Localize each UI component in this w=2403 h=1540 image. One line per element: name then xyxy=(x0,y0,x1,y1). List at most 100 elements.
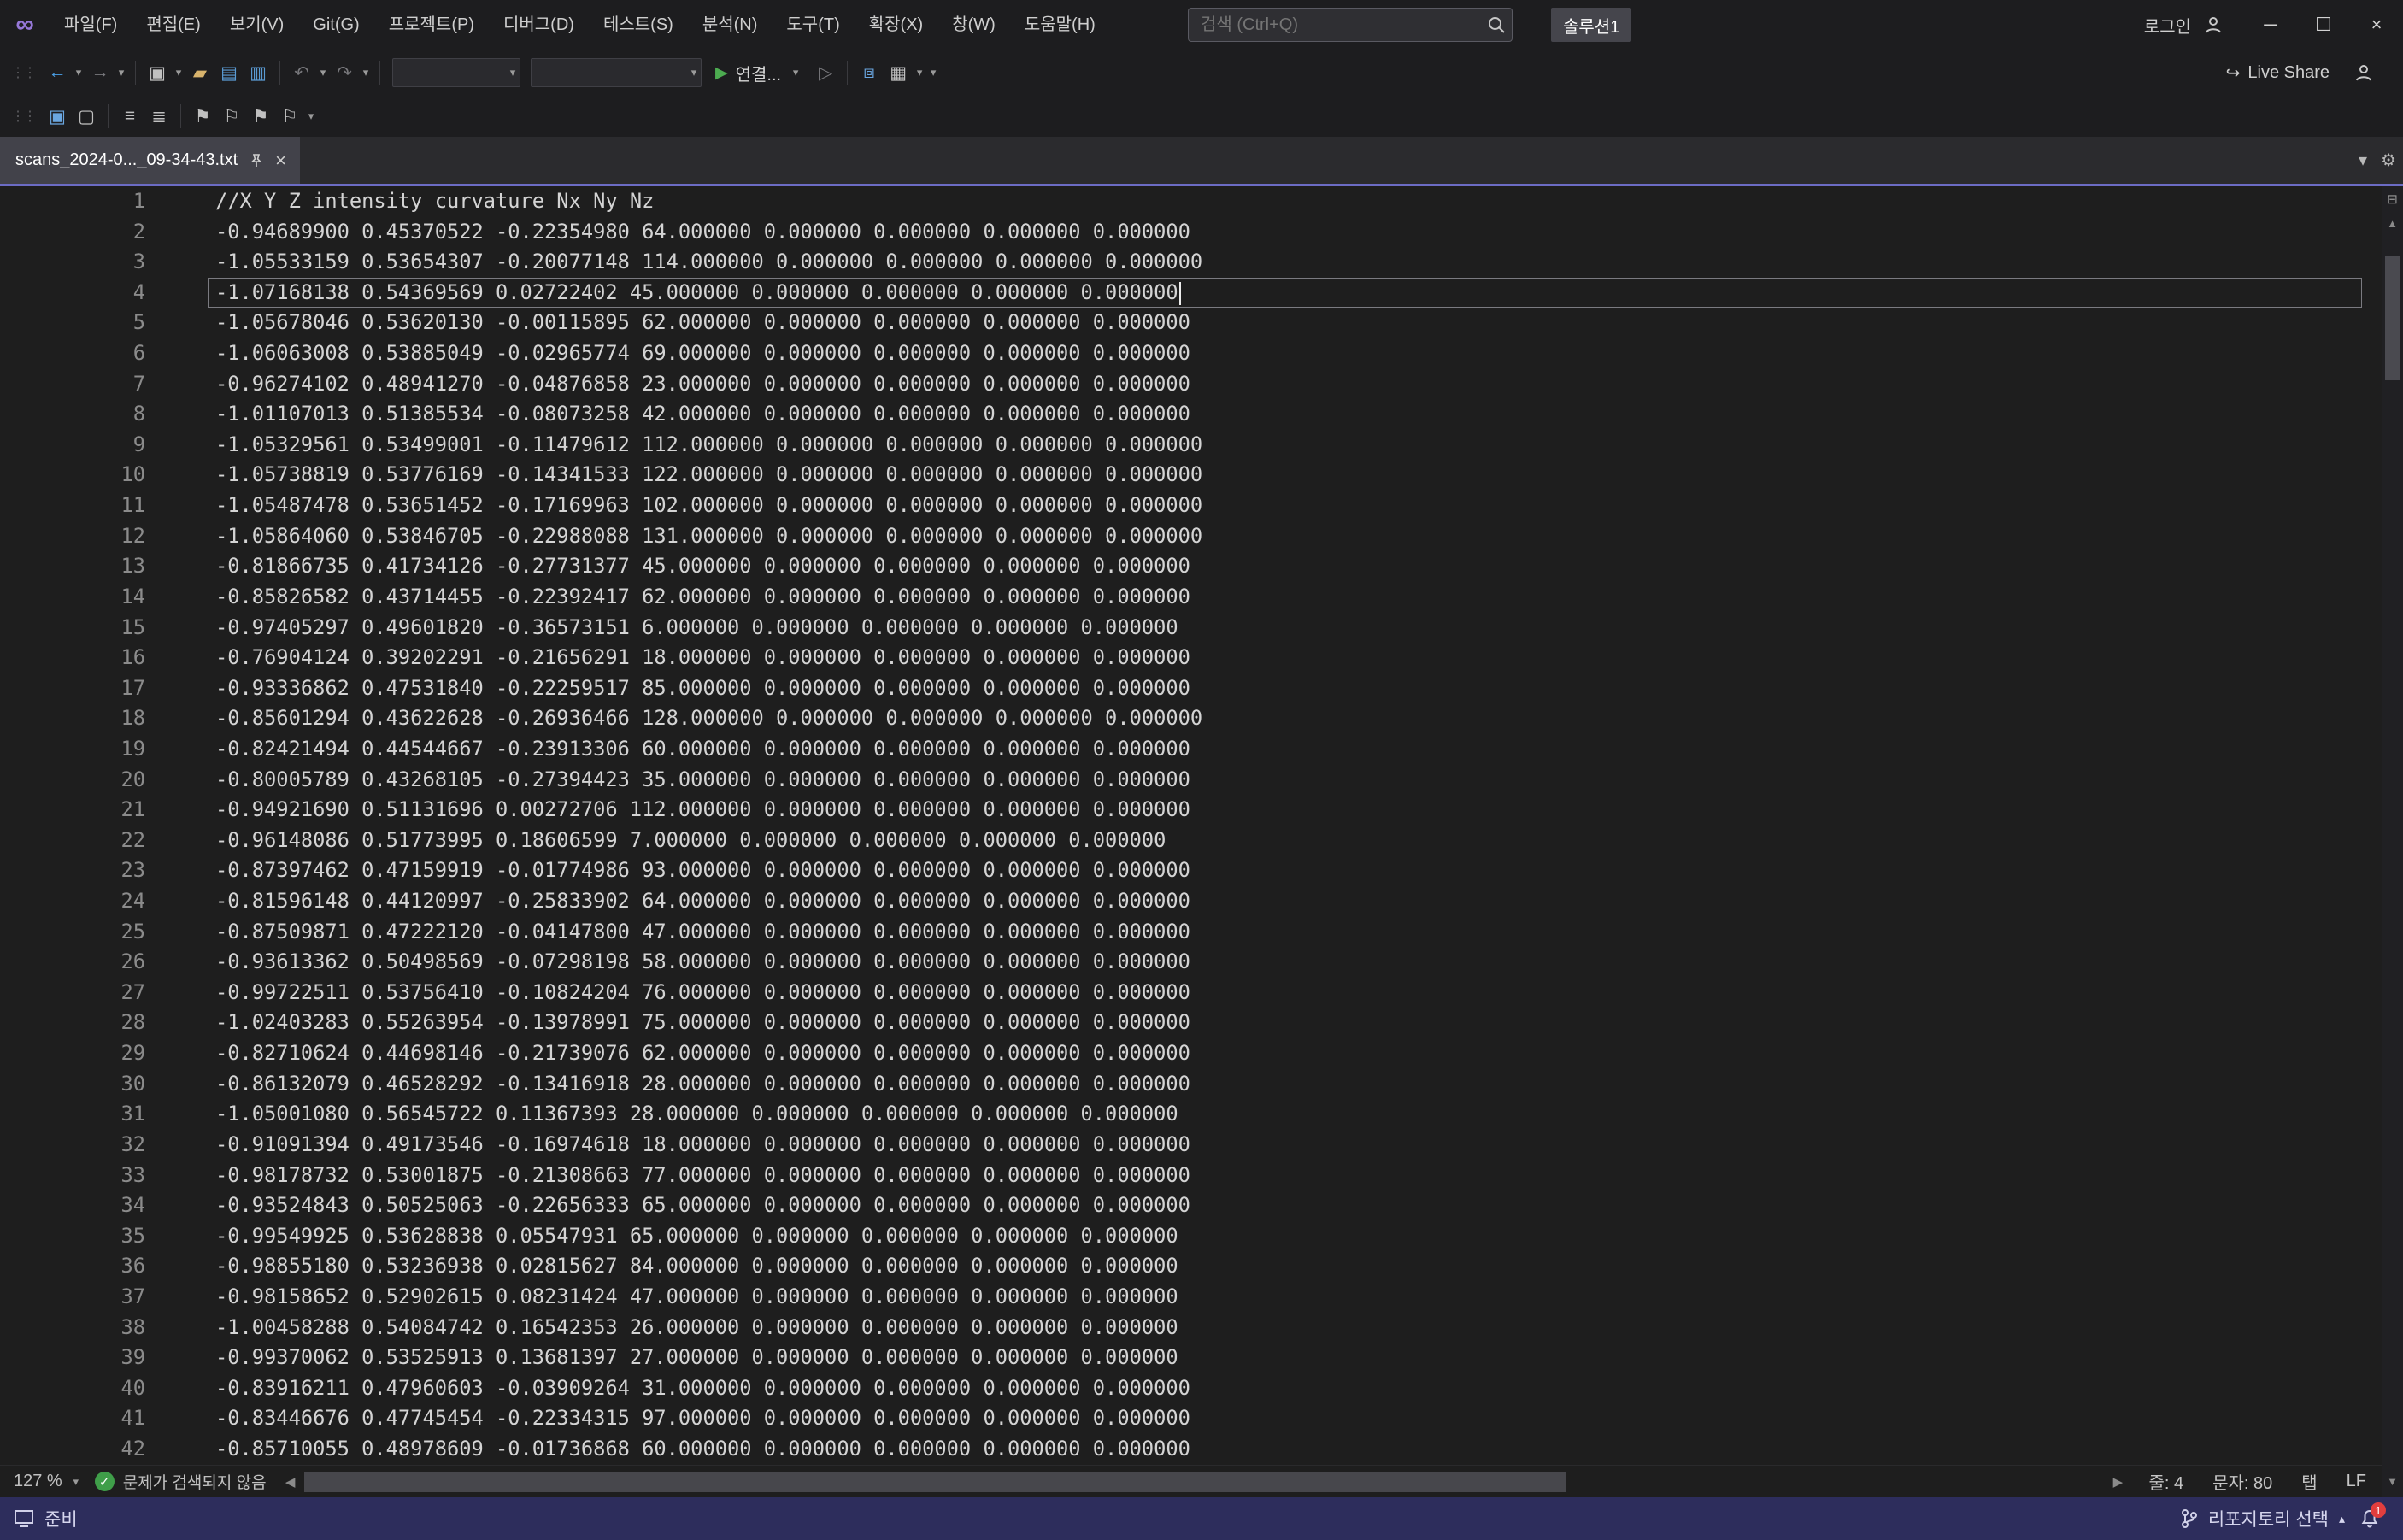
editor-line[interactable]: 1//X Y Z intensity curvature Nx Ny Nz xyxy=(0,186,2382,217)
editor-lines[interactable]: 1//X Y Z intensity curvature Nx Ny Nz2-0… xyxy=(0,186,2382,1465)
line-text[interactable]: -0.96274102 0.48941270 -0.04876858 23.00… xyxy=(208,369,2362,400)
line-text[interactable]: -0.99722511 0.53756410 -0.10824204 76.00… xyxy=(208,978,2362,1008)
live-share-button[interactable]: ↪ Live Share xyxy=(2226,62,2330,84)
line-text[interactable]: -0.76904124 0.39202291 -0.21656291 18.00… xyxy=(208,643,2362,673)
line-text[interactable]: -1.05678046 0.53620130 -0.00115895 62.00… xyxy=(208,308,2362,338)
horizontal-scrollbar[interactable] xyxy=(303,1466,2106,1498)
menu-extensions[interactable]: 확장(X) xyxy=(855,0,937,50)
editor-line[interactable]: 34-0.93524843 0.50525063 -0.22656333 65.… xyxy=(0,1190,2382,1221)
line-text[interactable]: -0.85710055 0.48978609 -0.01736868 60.00… xyxy=(208,1434,2362,1465)
editor-line[interactable]: 11-1.05487478 0.53651452 -0.17169963 102… xyxy=(0,491,2382,521)
tab-close-icon[interactable]: × xyxy=(275,150,286,172)
toolbar-overflow-icon[interactable]: ▾ xyxy=(926,66,940,79)
horizontal-scrollbar-thumb[interactable] xyxy=(304,1472,1567,1492)
attach-dropdown-icon[interactable]: ▾ xyxy=(789,66,802,79)
editor-line[interactable]: 12-1.05864060 0.53846705 -0.22988088 131… xyxy=(0,521,2382,552)
redo-button[interactable]: ↷ xyxy=(330,57,359,88)
solution-selector[interactable]: 솔루션1 xyxy=(1551,8,1631,42)
redo-dropdown-icon[interactable]: ▾ xyxy=(359,66,373,79)
view-code-button[interactable]: ▣ xyxy=(43,101,72,132)
minimize-button[interactable]: ─ xyxy=(2244,0,2297,50)
line-text[interactable]: -0.99549925 0.53628838 0.05547931 65.000… xyxy=(208,1221,2362,1252)
editor-line[interactable]: 10-1.05738819 0.53776169 -0.14341533 122… xyxy=(0,460,2382,491)
editor-line[interactable]: 21-0.94921690 0.51131696 0.00272706 112.… xyxy=(0,795,2382,826)
line-text[interactable]: -1.05487478 0.53651452 -0.17169963 102.0… xyxy=(208,491,2362,521)
editor-line[interactable]: 31-1.05001080 0.56545722 0.11367393 28.0… xyxy=(0,1099,2382,1130)
send-feedback-icon[interactable] xyxy=(2353,62,2374,83)
line-text[interactable]: -1.02403283 0.55263954 -0.13978991 75.00… xyxy=(208,1008,2362,1038)
editor-line[interactable]: 28-1.02403283 0.55263954 -0.13978991 75.… xyxy=(0,1008,2382,1038)
menu-git[interactable]: Git(G) xyxy=(298,0,373,50)
menu-edit[interactable]: 편집(E) xyxy=(132,0,214,50)
next-bookmark-button[interactable]: ⚑ xyxy=(246,101,275,132)
editor-line[interactable]: 24-0.81596148 0.44120997 -0.25833902 64.… xyxy=(0,886,2382,917)
clear-bookmarks-button[interactable]: ⚐ xyxy=(275,101,304,132)
maximize-button[interactable]: ☐ xyxy=(2297,0,2350,50)
menu-help[interactable]: 도움말(H) xyxy=(1010,0,1110,50)
editor-line[interactable]: 20-0.80005789 0.43268105 -0.27394423 35.… xyxy=(0,765,2382,796)
editor-line[interactable]: 36-0.98855180 0.53236938 0.02815627 84.0… xyxy=(0,1251,2382,1282)
menu-window[interactable]: 창(W) xyxy=(937,0,1010,50)
editor-line[interactable]: 7-0.96274102 0.48941270 -0.04876858 23.0… xyxy=(0,369,2382,400)
editor-line[interactable]: 19-0.82421494 0.44544667 -0.23913306 60.… xyxy=(0,734,2382,765)
hscroll-left-icon[interactable]: ◀ xyxy=(279,1466,303,1498)
navigate-back-button[interactable]: ← xyxy=(43,57,72,88)
open-file-button[interactable]: ▰ xyxy=(185,57,214,88)
line-text[interactable]: -1.05864060 0.53846705 -0.22988088 131.0… xyxy=(208,521,2362,552)
editor-line[interactable]: 26-0.93613362 0.50498569 -0.07298198 58.… xyxy=(0,947,2382,978)
line-text[interactable]: -0.94689900 0.45370522 -0.22354980 64.00… xyxy=(208,217,2362,248)
pin-icon[interactable] xyxy=(249,153,264,168)
line-text[interactable]: -0.98855180 0.53236938 0.02815627 84.000… xyxy=(208,1251,2362,1282)
zoom-control[interactable]: 127 % ▾ xyxy=(0,1472,95,1491)
line-text[interactable]: -0.85601294 0.43622628 -0.26936466 128.0… xyxy=(208,703,2362,734)
menu-file[interactable]: 파일(F) xyxy=(50,0,132,50)
sign-in-button[interactable]: 로그인 xyxy=(2144,0,2224,50)
editor-line[interactable]: 9-1.05329561 0.53499001 -0.11479612 112.… xyxy=(0,430,2382,461)
line-text[interactable]: -0.97405297 0.49601820 -0.36573151 6.000… xyxy=(208,613,2362,644)
save-button[interactable]: ▤ xyxy=(214,57,244,88)
hscroll-right-icon[interactable]: ▶ xyxy=(2106,1466,2130,1498)
line-text[interactable]: -1.05001080 0.56545722 0.11367393 28.000… xyxy=(208,1099,2362,1130)
line-text[interactable]: -0.80005789 0.43268105 -0.27394423 35.00… xyxy=(208,765,2362,796)
save-all-button[interactable]: ▥ xyxy=(244,57,273,88)
window-layout-button[interactable]: ▦ xyxy=(884,57,913,88)
editor-line[interactable]: 4-1.07168138 0.54369569 0.02722402 45.00… xyxy=(0,278,2382,309)
editor-line[interactable]: 8-1.01107013 0.51385534 -0.08073258 42.0… xyxy=(0,399,2382,430)
line-text[interactable]: -0.93336862 0.47531840 -0.22259517 85.00… xyxy=(208,673,2362,704)
line-text[interactable]: -0.98178732 0.53001875 -0.21308663 77.00… xyxy=(208,1161,2362,1191)
editor-line[interactable]: 14-0.85826582 0.43714455 -0.22392417 62.… xyxy=(0,582,2382,613)
line-text[interactable]: -1.05738819 0.53776169 -0.14341533 122.0… xyxy=(208,460,2362,491)
editor-line[interactable]: 29-0.82710624 0.44698146 -0.21739076 62.… xyxy=(0,1038,2382,1069)
search-input[interactable] xyxy=(1189,15,1481,35)
document-health-indicator[interactable]: ✓ 문제가 검색되지 않음 xyxy=(95,1470,279,1493)
menu-debug[interactable]: 디버그(D) xyxy=(489,0,589,50)
line-text[interactable]: -0.85826582 0.43714455 -0.22392417 62.00… xyxy=(208,582,2362,613)
line-text[interactable]: -0.81866735 0.41734126 -0.27731377 45.00… xyxy=(208,551,2362,582)
window-layout-dropdown-icon[interactable]: ▾ xyxy=(913,66,926,79)
start-without-debugging-button[interactable]: ▷ xyxy=(811,57,840,88)
line-text[interactable]: //X Y Z intensity curvature Nx Ny Nz xyxy=(208,186,2362,217)
editor-line[interactable]: 17-0.93336862 0.47531840 -0.22259517 85.… xyxy=(0,673,2382,704)
line-text[interactable]: -1.01107013 0.51385534 -0.08073258 42.00… xyxy=(208,399,2362,430)
tab-scans-file[interactable]: scans_2024-0..._09-34-43.txt × xyxy=(0,137,300,184)
undo-button[interactable]: ↶ xyxy=(287,57,316,88)
toolbar-overflow-icon[interactable]: ▾ xyxy=(304,109,318,123)
line-text[interactable]: -1.06063008 0.53885049 -0.02965774 69.00… xyxy=(208,338,2362,369)
line-text[interactable]: -0.82421494 0.44544667 -0.23913306 60.00… xyxy=(208,734,2362,765)
editor-line[interactable]: 42-0.85710055 0.48978609 -0.01736868 60.… xyxy=(0,1434,2382,1465)
editor-line[interactable]: 22-0.96148086 0.51773995 0.18606599 7.00… xyxy=(0,826,2382,856)
editor-line[interactable]: 16-0.76904124 0.39202291 -0.21656291 18.… xyxy=(0,643,2382,673)
editor-line[interactable]: 30-0.86132079 0.46528292 -0.13416918 28.… xyxy=(0,1069,2382,1100)
toolbar-drag-handle[interactable]: ⋮⋮ xyxy=(9,57,38,88)
editor-line[interactable]: 33-0.98178732 0.53001875 -0.21308663 77.… xyxy=(0,1161,2382,1191)
find-in-files-button[interactable]: ⧈ xyxy=(855,57,884,88)
editor-line[interactable]: 5-1.05678046 0.53620130 -0.00115895 62.0… xyxy=(0,308,2382,338)
menu-project[interactable]: 프로젝트(P) xyxy=(374,0,489,50)
editor-line[interactable]: 40-0.83916211 0.47960603 -0.03909264 31.… xyxy=(0,1373,2382,1404)
line-text[interactable]: -0.96148086 0.51773995 0.18606599 7.0000… xyxy=(208,826,2362,856)
editor-line[interactable]: 13-0.81866735 0.41734126 -0.27731377 45.… xyxy=(0,551,2382,582)
eol-indicator[interactable]: LF xyxy=(2347,1472,2366,1491)
line-text[interactable]: -0.83446676 0.47745454 -0.22334315 97.00… xyxy=(208,1403,2362,1434)
document-list-dropdown-icon[interactable]: ▾ xyxy=(2359,150,2367,171)
editor-line[interactable]: 38-1.00458288 0.54084742 0.16542353 26.0… xyxy=(0,1313,2382,1343)
